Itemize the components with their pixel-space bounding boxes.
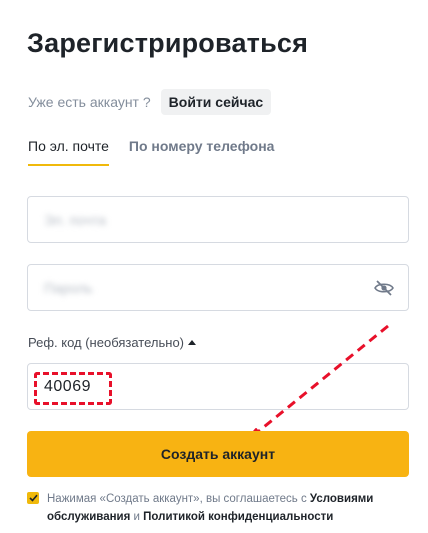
agreement-checkbox[interactable] (27, 492, 39, 504)
agreement-prefix: Нажимая «Создать аккаунт», вы соглашаете… (47, 493, 310, 505)
page-title: Зарегистрироваться (27, 28, 309, 58)
caret-up-icon (188, 340, 196, 345)
privacy-link[interactable]: Политикой конфиденциальности (143, 511, 333, 523)
eye-off-icon[interactable] (374, 279, 394, 297)
check-icon (28, 494, 38, 502)
create-account-button[interactable]: Создать аккаунт (27, 431, 409, 477)
agreement-text: Нажимая «Создать аккаунт», вы соглашаете… (47, 490, 407, 526)
ref-code-annotation-box (34, 372, 112, 405)
tab-email[interactable]: По эл. почте (28, 138, 109, 166)
password-field[interactable]: Пароль (27, 264, 409, 311)
register-page: Зарегистрироваться Уже есть аккаунт ? Во… (0, 0, 428, 533)
login-question: Уже есть аккаунт ? (28, 94, 151, 110)
tab-phone[interactable]: По номеру телефона (129, 138, 275, 166)
signup-method-tabs: По эл. почте По номеру телефона (28, 138, 294, 166)
agreement-and: и (130, 511, 144, 523)
ref-code-toggle[interactable]: Реф. код (необязательно) (28, 335, 196, 350)
agreement: Нажимая «Создать аккаунт», вы соглашаете… (27, 490, 407, 526)
login-prompt: Уже есть аккаунт ? Войти сейчас (28, 89, 272, 115)
password-placeholder: Пароль (44, 279, 93, 296)
email-placeholder: Эл. почта (44, 211, 106, 228)
login-now-button[interactable]: Войти сейчас (160, 89, 272, 115)
ref-code-label: Реф. код (необязательно) (28, 335, 184, 350)
email-field[interactable]: Эл. почта (27, 196, 409, 243)
